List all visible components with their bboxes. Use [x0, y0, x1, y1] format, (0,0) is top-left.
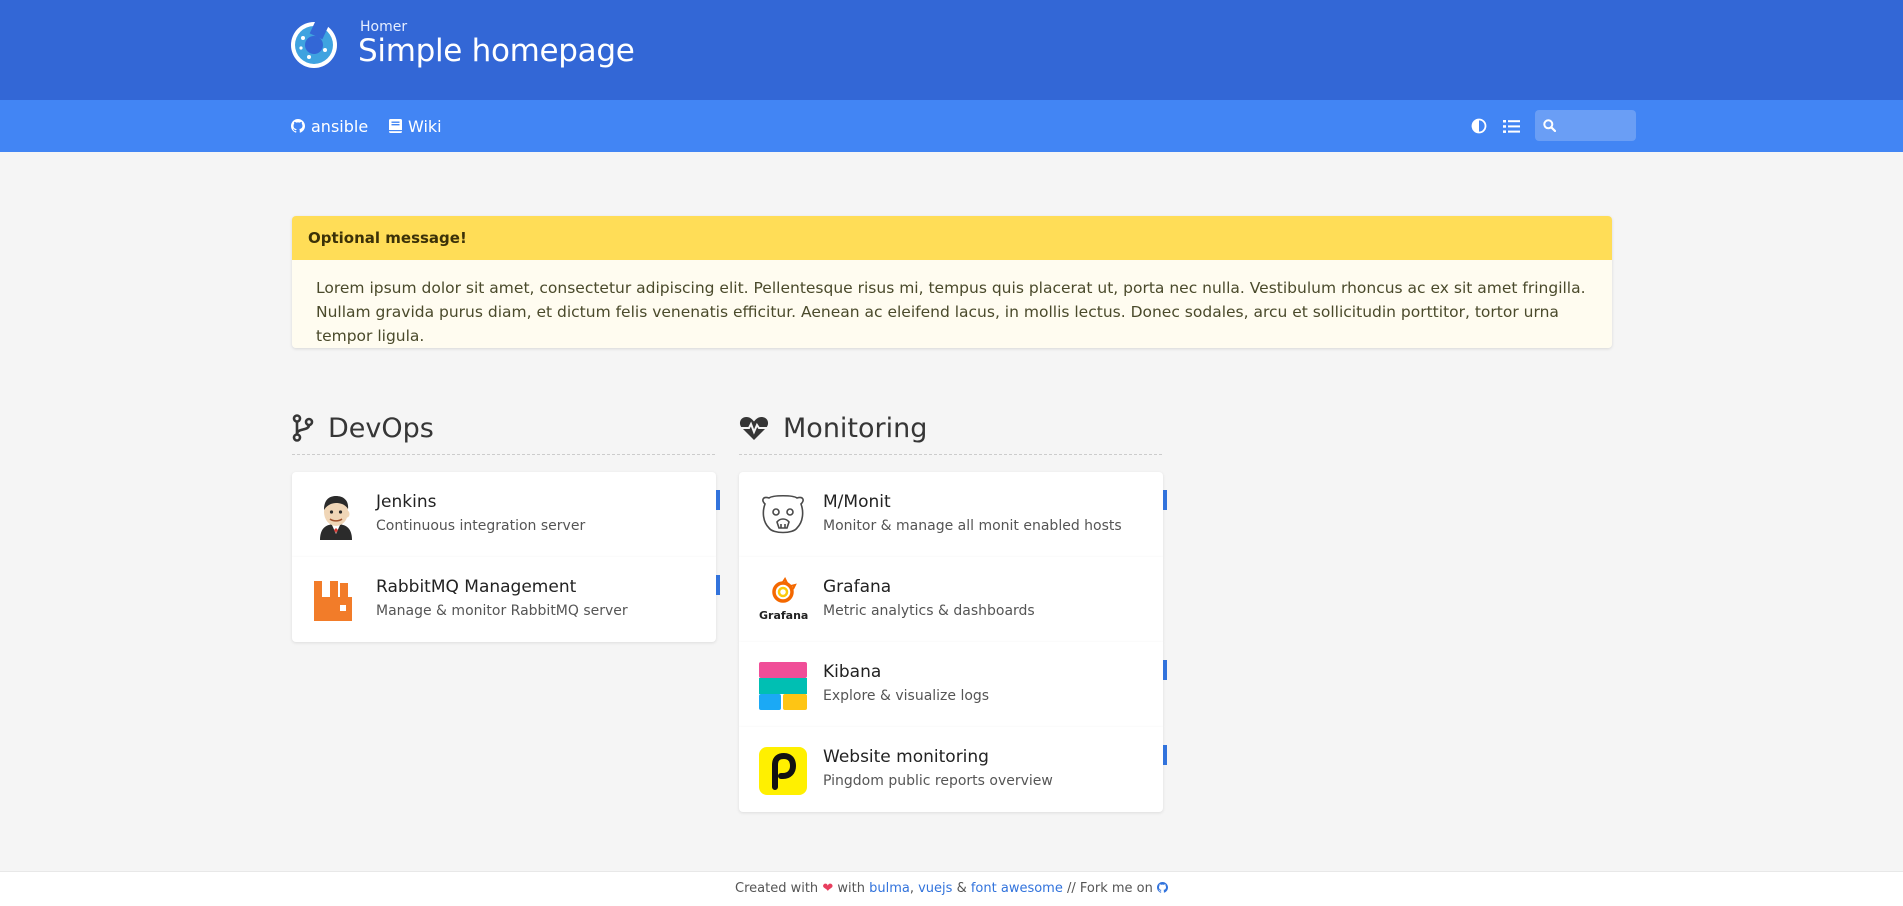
- github-icon: [1156, 882, 1168, 893]
- contrast-icon: [1471, 118, 1487, 134]
- service-name: Website monitoring: [823, 747, 989, 767]
- list-icon: [1502, 119, 1520, 133]
- kibana-logo-icon: [759, 662, 807, 710]
- fontawesome-link[interactable]: font awesome: [971, 881, 1063, 896]
- nav-link-ansible[interactable]: ansible: [291, 100, 368, 152]
- group-name: DevOps: [328, 412, 434, 444]
- book-icon: [389, 119, 402, 133]
- grafana-swirl-icon: [772, 577, 797, 603]
- service-tag: [716, 575, 720, 595]
- footer-separator: ,: [909, 881, 914, 896]
- service-tag: [716, 490, 720, 510]
- service-subtitle: Continuous integration server: [376, 518, 586, 534]
- service-tag: [1163, 490, 1167, 510]
- mmonit-logo-icon: [762, 494, 804, 534]
- service-subtitle: Explore & visualize logs: [823, 688, 990, 704]
- service-subtitle: Monitor & manage all monit enabled hosts: [823, 518, 1122, 534]
- service-name: Jenkins: [376, 492, 437, 512]
- footer: Created with ❤ with bulma, vuejs & font …: [0, 871, 1903, 906]
- service-card-website-monitoring[interactable]: Website monitoring Pingdom public report…: [739, 727, 1167, 812]
- service-subtitle: Pingdom public reports overview: [823, 773, 1053, 789]
- github-link[interactable]: [1156, 881, 1168, 896]
- service-name: M/Monit: [823, 492, 891, 512]
- footer-text: Created with: [735, 881, 819, 896]
- service-card-rabbitmq[interactable]: RabbitMQ Management Manage & monitor Rab…: [292, 557, 720, 642]
- group-title-devops: DevOps: [292, 406, 434, 450]
- service-tag: [1163, 660, 1167, 680]
- service-tag: [1163, 745, 1167, 765]
- service-subtitle: Manage & monitor RabbitMQ server: [376, 603, 628, 619]
- heart-icon: ❤: [822, 881, 834, 896]
- service-card-kibana[interactable]: Kibana Explore & visualize logs: [739, 642, 1167, 727]
- group-title-monitoring: Monitoring: [739, 406, 927, 450]
- pingdom-logo-icon: [759, 747, 807, 795]
- search-icon: [1543, 119, 1556, 132]
- message-title: Optional message!: [292, 216, 1612, 260]
- github-icon: [291, 119, 305, 133]
- layout-toggle-button[interactable]: [1501, 116, 1521, 136]
- group-divider: [739, 454, 1162, 455]
- bulma-link[interactable]: bulma: [869, 881, 910, 896]
- message-box: Optional message! Lorem ipsum dolor sit …: [292, 216, 1612, 348]
- header: Homer Simple homepage: [0, 0, 1903, 100]
- footer-separator: &: [956, 881, 967, 896]
- search-box[interactable]: [1535, 110, 1636, 141]
- group-name: Monitoring: [783, 412, 928, 444]
- vuejs-link[interactable]: vuejs: [918, 881, 952, 896]
- footer-text: with: [837, 881, 865, 896]
- service-name: RabbitMQ Management: [376, 577, 577, 597]
- rabbitmq-logo-icon: [314, 581, 352, 621]
- grafana-wordmark: Grafana: [759, 609, 809, 622]
- grafana-logo-icon: Grafana: [759, 577, 809, 625]
- homer-logo-icon: [291, 20, 337, 68]
- service-card-mmonit[interactable]: M/Monit Monitor & manage all monit enabl…: [739, 472, 1167, 557]
- page-title: Simple homepage: [358, 33, 635, 69]
- nav-link-label: Wiki: [408, 116, 442, 136]
- message-body: Lorem ipsum dolor sit amet, consectetur …: [292, 260, 1612, 348]
- nav-link-label: ansible: [311, 116, 369, 136]
- heartbeat-icon: [739, 417, 769, 440]
- theme-toggle-button[interactable]: [1469, 116, 1489, 136]
- service-subtitle: Metric analytics & dashboards: [823, 603, 1035, 619]
- group-divider: [292, 454, 715, 455]
- code-branch-icon: [292, 414, 314, 442]
- service-name: Kibana: [823, 662, 882, 682]
- service-card-grafana[interactable]: Grafana Grafana Metric analytics & dashb…: [739, 557, 1163, 642]
- jenkins-logo-icon: [320, 496, 352, 540]
- service-name: Grafana: [823, 577, 892, 597]
- footer-text: // Fork me on: [1066, 881, 1153, 896]
- search-input[interactable]: [1561, 110, 1633, 141]
- service-card-jenkins[interactable]: Jenkins Continuous integration server: [292, 472, 720, 557]
- nav-link-wiki[interactable]: Wiki: [389, 100, 442, 152]
